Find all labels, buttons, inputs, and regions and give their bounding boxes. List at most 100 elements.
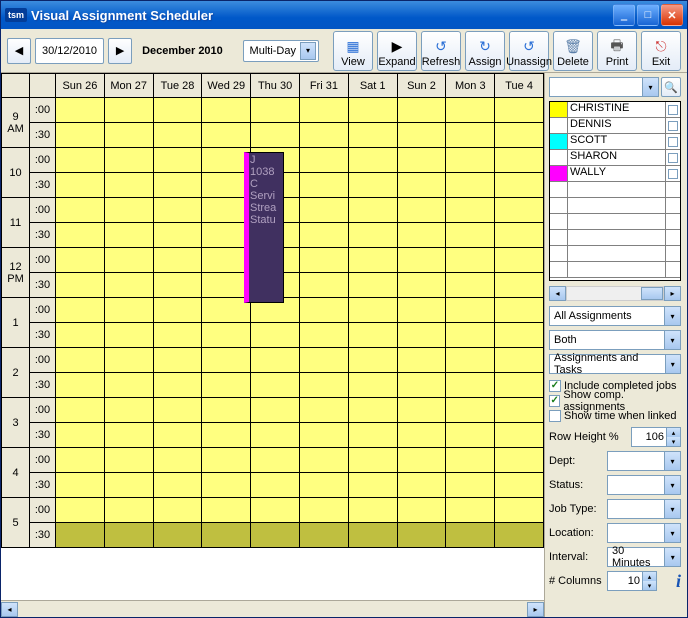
close-button[interactable]: ✕ [661, 4, 683, 26]
grid-cell[interactable] [397, 123, 446, 148]
next-button[interactable]: ▶ [108, 38, 132, 64]
grid-cell[interactable] [56, 373, 105, 398]
grid-cell[interactable] [495, 523, 544, 548]
checkbox[interactable] [549, 410, 561, 422]
grid-cell[interactable] [56, 223, 105, 248]
employee-row[interactable]: SHARON [550, 150, 680, 166]
employee-checkbox[interactable] [668, 169, 678, 179]
grid-cell[interactable] [446, 198, 495, 223]
grid-cell[interactable] [104, 298, 153, 323]
grid-cell[interactable] [495, 448, 544, 473]
grid-cell[interactable] [348, 373, 397, 398]
grid-cell[interactable] [56, 498, 105, 523]
grid-cell[interactable] [202, 323, 251, 348]
grid-cell[interactable] [348, 423, 397, 448]
grid-cell[interactable] [397, 148, 446, 173]
grid-cell[interactable] [348, 148, 397, 173]
employee-checkbox[interactable] [668, 121, 678, 131]
grid-cell[interactable] [397, 223, 446, 248]
grid-cell[interactable] [495, 498, 544, 523]
employee-checkbox[interactable] [668, 153, 678, 163]
grid-cell[interactable] [56, 473, 105, 498]
schedule-grid[interactable]: Sun 26Mon 27Tue 28Wed 29Thu 30Fri 31Sat … [1, 73, 544, 548]
grid-cell[interactable] [251, 523, 300, 548]
employee-row[interactable]: CHRISTINE [550, 102, 680, 118]
grid-cell[interactable] [446, 523, 495, 548]
grid-cell[interactable] [495, 173, 544, 198]
grid-cell[interactable] [56, 323, 105, 348]
grid-cell[interactable] [446, 248, 495, 273]
grid-cell[interactable] [104, 148, 153, 173]
grid-cell[interactable] [348, 348, 397, 373]
assignments-filter[interactable]: All Assignments▾ [549, 306, 681, 326]
grid-cell[interactable] [153, 373, 202, 398]
grid-cell[interactable] [153, 248, 202, 273]
grid-cell[interactable] [348, 223, 397, 248]
grid-cell[interactable] [202, 348, 251, 373]
grid-cell[interactable] [153, 423, 202, 448]
grid-cell[interactable] [104, 498, 153, 523]
grid-cell[interactable] [495, 98, 544, 123]
grid-cell[interactable] [348, 473, 397, 498]
checkbox-row[interactable]: ✓Show comp. assignments [549, 393, 681, 408]
grid-cell[interactable] [153, 98, 202, 123]
grid-cell[interactable] [251, 348, 300, 373]
grid-cell[interactable] [104, 348, 153, 373]
grid-cell[interactable] [104, 323, 153, 348]
employee-row[interactable] [550, 198, 680, 214]
grid-cell[interactable] [56, 173, 105, 198]
grid-cell[interactable] [153, 148, 202, 173]
grid-cell[interactable] [56, 98, 105, 123]
grid-cell[interactable] [348, 298, 397, 323]
grid-cell[interactable] [104, 398, 153, 423]
grid-cell[interactable] [299, 523, 348, 548]
grid-cell[interactable] [202, 473, 251, 498]
employee-row[interactable] [550, 246, 680, 262]
grid-cell[interactable] [104, 123, 153, 148]
grid-cell[interactable] [251, 498, 300, 523]
employee-row[interactable] [550, 262, 680, 278]
grid-cell[interactable] [495, 273, 544, 298]
grid-cell[interactable] [495, 323, 544, 348]
grid-cell[interactable] [299, 298, 348, 323]
grid-cell[interactable] [397, 498, 446, 523]
status-select[interactable]: ▾ [607, 475, 681, 495]
grid-cell[interactable] [446, 273, 495, 298]
grid-cell[interactable] [299, 223, 348, 248]
grid-cell[interactable] [397, 448, 446, 473]
grid-cell[interactable] [348, 523, 397, 548]
grid-cell[interactable] [495, 148, 544, 173]
grid-cell[interactable] [348, 123, 397, 148]
grid-cell[interactable] [56, 348, 105, 373]
dept-select[interactable]: ▾ [607, 451, 681, 471]
grid-cell[interactable] [153, 498, 202, 523]
grid-cell[interactable] [153, 273, 202, 298]
grid-cell[interactable] [397, 373, 446, 398]
grid-cell[interactable] [397, 298, 446, 323]
grid-cell[interactable] [251, 398, 300, 423]
grid-cell[interactable] [299, 148, 348, 173]
scroll-thumb[interactable] [641, 287, 663, 300]
grid-cell[interactable] [299, 198, 348, 223]
grid-cell[interactable] [397, 198, 446, 223]
grid-cell[interactable] [446, 373, 495, 398]
grid-cell[interactable] [104, 248, 153, 273]
grid-cell[interactable] [397, 523, 446, 548]
grid-cell[interactable] [446, 123, 495, 148]
grid-cell[interactable] [446, 423, 495, 448]
grid-cell[interactable] [153, 448, 202, 473]
location-select[interactable]: ▾ [607, 523, 681, 543]
checkbox-row[interactable]: Show time when linked [549, 408, 681, 423]
grid-cell[interactable] [202, 98, 251, 123]
grid-cell[interactable] [299, 323, 348, 348]
grid-cell[interactable] [153, 348, 202, 373]
grid-cell[interactable] [104, 448, 153, 473]
grid-cell[interactable] [202, 373, 251, 398]
view-mode-select[interactable]: Multi-Day▾ [243, 40, 319, 62]
grid-cell[interactable] [446, 98, 495, 123]
grid-cell[interactable] [299, 273, 348, 298]
grid-cell[interactable] [495, 373, 544, 398]
grid-cell[interactable] [446, 348, 495, 373]
grid-cell[interactable] [348, 173, 397, 198]
grid-cell[interactable] [397, 323, 446, 348]
